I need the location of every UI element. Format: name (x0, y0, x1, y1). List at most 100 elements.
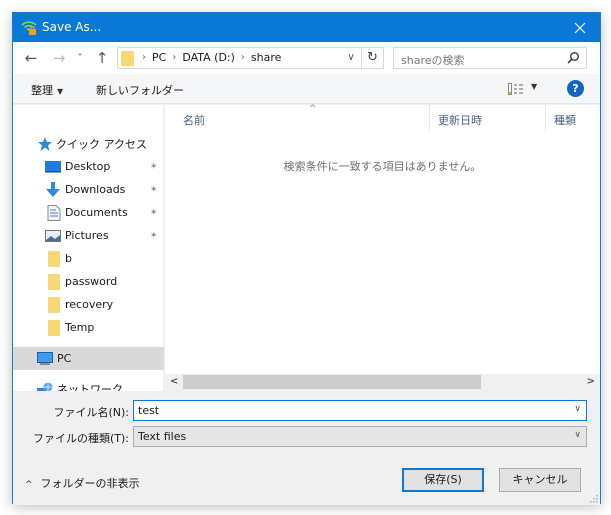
breadcrumb: › PC › DATA (D:) › share (142, 51, 281, 64)
folder-icon (48, 319, 60, 336)
navigation-bar: ← → ˅ ↑ › PC › DATA (D:) › share ∨ ↻ sha… (13, 42, 600, 74)
close-icon (574, 22, 586, 33)
save-as-dialog: Save As... ← → ˅ ↑ › PC › DATA (D:) › sh… (12, 12, 601, 505)
refresh-button[interactable]: ↻ (361, 48, 383, 68)
search-icon (567, 52, 579, 64)
close-button[interactable] (560, 13, 600, 42)
cancel-button[interactable]: キャンセル (499, 468, 581, 492)
address-dropdown-button[interactable]: ∨ (343, 50, 359, 66)
folder-icon (48, 273, 60, 290)
empty-folder-message: 検索条件に一致する項目はありません。 (283, 160, 482, 173)
pin-icon[interactable]: ✶ (150, 185, 158, 195)
sidebar-item-label: Temp (65, 321, 95, 334)
hide-folders-button[interactable]: ^ フォルダーの非表示 (25, 475, 140, 491)
sidebar-item-label: Downloads (65, 183, 126, 196)
filename-label: ファイル名(N): (53, 406, 129, 419)
recent-locations-button[interactable]: ˅ (75, 50, 85, 66)
breadcrumb-share[interactable]: share (251, 51, 282, 64)
folder-icon (121, 51, 134, 66)
sidebar-item-password[interactable]: password (13, 270, 164, 293)
sidebar-item-label: Pictures (65, 229, 109, 242)
caret-down-icon: ▼ (57, 87, 64, 96)
filename-value: test (138, 404, 160, 417)
document-icon (47, 204, 61, 221)
column-label: 名前 (183, 114, 205, 127)
address-bar[interactable]: › PC › DATA (D:) › share ∨ ↻ (117, 47, 384, 69)
view-dropdown-button[interactable]: ▼ (531, 82, 537, 91)
sidebar-item-pictures[interactable]: Pictures ✶ (13, 224, 164, 247)
new-folder-label: 新しいフォルダー (96, 84, 184, 97)
chevron-down-icon[interactable]: ∨ (574, 404, 581, 414)
back-arrow-icon: ← (24, 49, 38, 67)
sidebar-item-recovery[interactable]: recovery (13, 293, 164, 316)
organize-label: 整理 (31, 84, 53, 97)
column-header-type[interactable]: 種類 (546, 105, 600, 131)
breadcrumb-separator: › (240, 52, 245, 63)
dialog-footer: ^ フォルダーの非表示 保存(S) キャンセル (13, 451, 600, 505)
column-label: 更新日時 (438, 114, 482, 127)
help-button[interactable]: ? (567, 80, 584, 97)
file-list[interactable]: 名前 ^ 更新日時 種類 検索条件に一致する項目はありません。 < > (165, 104, 600, 391)
breadcrumb-separator: › (172, 52, 177, 63)
scroll-left-button[interactable]: < (170, 376, 178, 387)
file-fields: ファイル名(N): test ∨ ファイルの種類(T): Text files … (13, 391, 600, 451)
window-title: Save As... (42, 20, 102, 34)
up-button[interactable]: ↑ (94, 49, 110, 67)
sidebar-item-pc[interactable]: PC (13, 347, 164, 370)
filetype-label: ファイルの種類(T): (32, 432, 129, 445)
column-header-name[interactable]: 名前 ^ (175, 104, 430, 131)
filetype-value: Text files (138, 430, 187, 443)
horizontal-scrollbar[interactable]: < > (165, 374, 600, 391)
filetype-select[interactable]: Text files ∨ (133, 426, 587, 447)
pin-icon[interactable]: ✶ (150, 208, 158, 218)
sidebar-item-label: recovery (65, 298, 114, 311)
pin-icon[interactable]: ✶ (150, 162, 158, 172)
download-icon (46, 181, 60, 197)
view-options-icon[interactable] (508, 83, 524, 95)
sort-ascending-icon: ^ (309, 104, 317, 114)
sidebar-item-label: Documents (65, 206, 128, 219)
wifi-app-icon (21, 21, 37, 35)
organize-menu-button[interactable]: 整理 ▼ (31, 82, 63, 98)
sidebar-item-b[interactable]: b (13, 247, 164, 270)
sidebar-item-desktop[interactable]: Desktop ✶ (13, 155, 164, 178)
search-input[interactable]: shareの検索 (393, 47, 587, 69)
picture-icon (45, 229, 61, 242)
refresh-icon: ↻ (367, 50, 378, 65)
title-bar: Save As... (13, 13, 600, 42)
sidebar-item-temp[interactable]: Temp (13, 316, 164, 339)
chevron-down-icon: ∨ (347, 52, 355, 63)
breadcrumb-data-drive[interactable]: DATA (D:) (182, 51, 235, 64)
sidebar-item-label: password (65, 275, 118, 288)
column-label: 種類 (554, 114, 576, 127)
sidebar-item-downloads[interactable]: Downloads ✶ (13, 178, 164, 201)
back-button[interactable]: ← (23, 49, 39, 67)
folder-icon (48, 250, 60, 267)
sidebar-item-label: クイック アクセス (56, 137, 147, 151)
navigation-pane: クイック アクセス Desktop ✶ Downloads ✶ Document… (13, 105, 164, 396)
sidebar-item-quick-access[interactable]: クイック アクセス (13, 132, 164, 155)
sidebar-item-label: Desktop (65, 160, 111, 173)
resize-grip-icon[interactable] (590, 495, 598, 503)
breadcrumb-separator: › (142, 52, 146, 63)
pin-icon[interactable]: ✶ (150, 231, 158, 241)
forward-button[interactable]: → (51, 49, 67, 67)
hide-folders-label: フォルダーの非表示 (40, 477, 140, 490)
column-header-date-modified[interactable]: 更新日時 (430, 105, 546, 131)
filename-input[interactable]: test ∨ (133, 400, 587, 421)
sidebar-item-label: PC (57, 352, 72, 365)
sidebar-item-documents[interactable]: Documents ✶ (13, 201, 164, 224)
star-icon (38, 136, 52, 151)
save-button[interactable]: 保存(S) (402, 468, 484, 492)
search-placeholder: shareの検索 (401, 54, 465, 67)
breadcrumb-pc[interactable]: PC (152, 51, 166, 64)
folder-icon (48, 296, 60, 313)
scroll-right-button[interactable]: > (587, 376, 595, 387)
chevron-down-icon: ˅ (77, 52, 83, 64)
command-toolbar: 整理 ▼ 新しいフォルダー ▼ ? (13, 74, 600, 104)
scrollbar-thumb[interactable] (183, 375, 481, 389)
chevron-up-icon: ^ (25, 480, 33, 490)
sidebar-item-label: b (65, 252, 72, 265)
up-arrow-icon: ↑ (95, 49, 109, 67)
new-folder-button[interactable]: 新しいフォルダー (96, 82, 184, 98)
